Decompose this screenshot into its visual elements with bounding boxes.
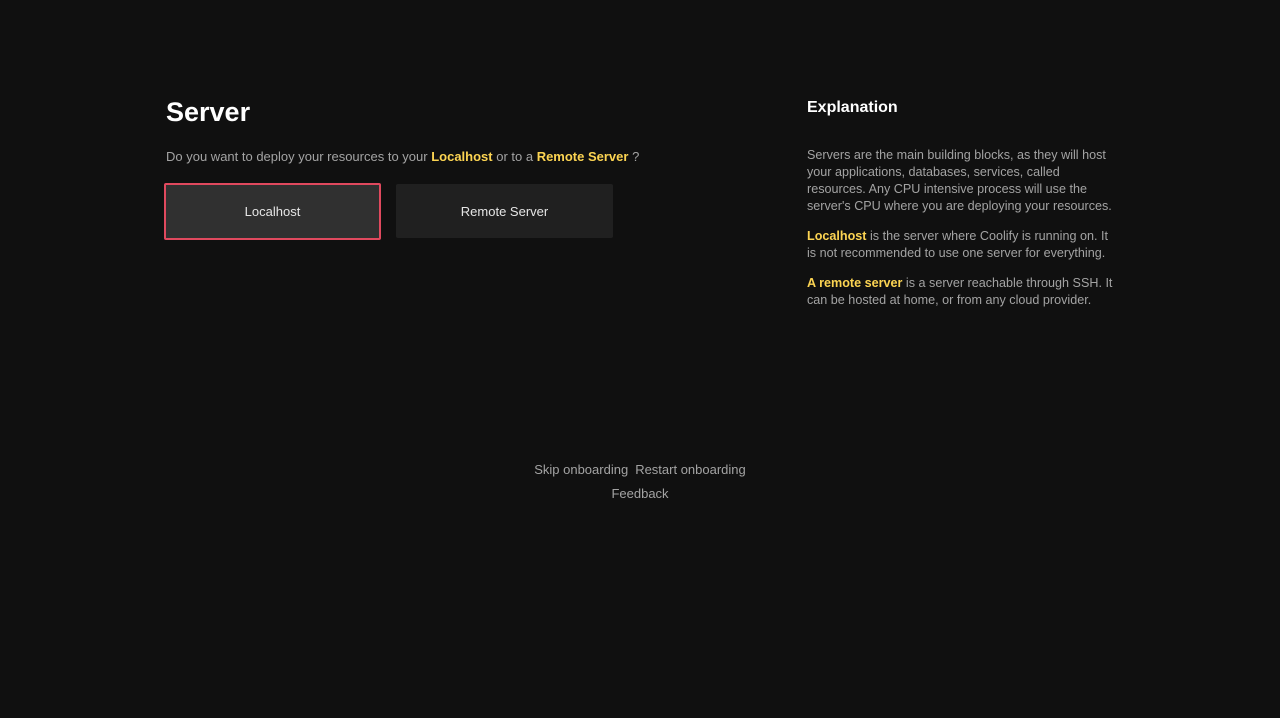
question-prefix: Do you want to deploy your resources to … [166,149,432,164]
explanation-localhost-highlight: Localhost [807,229,867,243]
skip-onboarding-link[interactable]: Skip onboarding [534,461,628,479]
deploy-question: Do you want to deploy your resources to … [166,148,639,166]
server-selection-panel: Server Do you want to deploy your resour… [164,96,639,240]
explanation-panel: Explanation Servers are the main buildin… [807,98,1115,309]
question-suffix: ? [628,149,640,164]
question-middle: or to a [492,149,537,164]
onboarding-footer: Skip onboarding Restart onboarding Feedb… [0,461,1280,503]
footer-links-row: Skip onboarding Restart onboarding [0,461,1280,479]
restart-onboarding-link[interactable]: Restart onboarding [635,461,746,479]
explanation-localhost-text: Localhost is the server where Coolify is… [807,228,1115,262]
explanation-remote-text: A remote server is a server reachable th… [807,275,1115,309]
feedback-link[interactable]: Feedback [611,485,668,503]
remote-server-button[interactable]: Remote Server [396,184,613,238]
question-remote-highlight: Remote Server [536,149,629,164]
explanation-servers-text: Servers are the main building blocks, as… [807,148,1112,213]
localhost-button[interactable]: Localhost [164,183,381,240]
explanation-title: Explanation [807,99,898,116]
question-localhost-highlight: Localhost [431,149,493,164]
explanation-remote-highlight: A remote server [807,276,903,290]
page-title: Server [166,97,251,127]
onboarding-page: Server Do you want to deploy your resour… [0,0,1280,718]
footer-feedback-row: Feedback [0,485,1280,503]
server-choice-group: Localhost Remote Server [164,183,613,240]
